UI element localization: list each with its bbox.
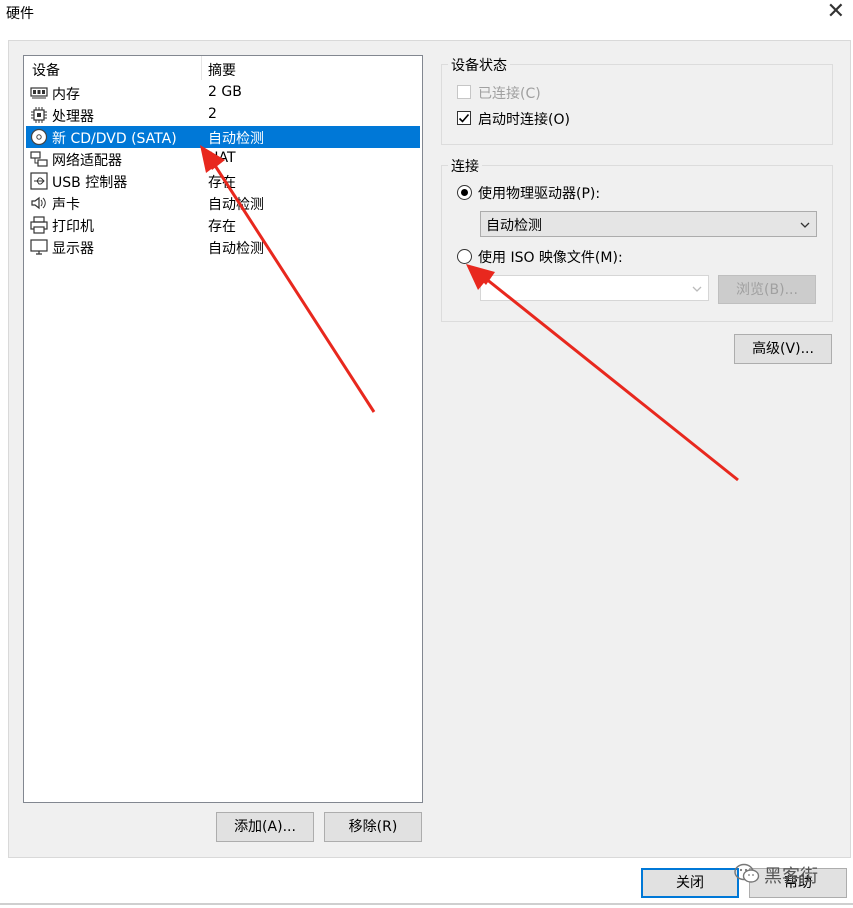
device-summary: 2 GB — [208, 84, 242, 100]
connect-at-power-on-label[interactable]: 启动时连接(O) — [478, 109, 570, 129]
physical-drive-radio[interactable] — [457, 185, 472, 200]
device-row-sound[interactable]: 声卡 自动检测 — [24, 192, 422, 214]
usb-icon — [30, 172, 48, 190]
device-summary: 存在 — [208, 175, 236, 191]
display-icon — [30, 239, 48, 255]
physical-drive-value: 自动检测 — [486, 218, 542, 234]
device-status-group — [441, 64, 833, 145]
close-button[interactable]: 关闭 — [641, 868, 739, 898]
physical-drive-label[interactable]: 使用物理驱动器(P): — [478, 183, 600, 203]
checkmark-icon — [458, 113, 470, 123]
device-row-processor[interactable]: 处理器 2 — [24, 104, 422, 126]
sound-card-icon — [31, 196, 46, 210]
device-summary: 自动检测 — [208, 131, 264, 147]
processor-icon — [31, 107, 47, 123]
device-name: 网络适配器 — [52, 153, 122, 169]
printer-icon — [30, 216, 48, 234]
wechat-icon — [734, 863, 760, 883]
physical-drive-select[interactable]: 自动检测 — [480, 211, 817, 237]
device-name: USB 控制器 — [52, 175, 128, 191]
watermark-text: 黑客街 — [764, 866, 818, 887]
device-name: 内存 — [52, 87, 80, 103]
network-adapter-icon — [30, 151, 48, 167]
cd-dvd-icon — [30, 128, 48, 146]
device-list[interactable]: 设备 摘要 内存 2 GB 处理器 2 新 CD/DVD (SATA) 自动检测 — [23, 55, 423, 803]
chevron-down-icon — [800, 222, 810, 228]
device-status-title: 设备状态 — [448, 55, 510, 75]
header-separator[interactable] — [201, 56, 202, 80]
watermark: 黑客街 — [732, 858, 842, 892]
device-name: 新 CD/DVD (SATA) — [52, 131, 177, 147]
connection-title: 连接 — [448, 156, 482, 176]
device-summary: 2 — [208, 106, 217, 122]
device-name: 显示器 — [52, 241, 94, 257]
list-header: 设备 摘要 — [24, 56, 422, 80]
device-summary: 自动检测 — [208, 197, 264, 213]
connected-label[interactable]: 已连接(C) — [478, 83, 541, 103]
title-bar: 硬件 ✕ — [0, 0, 853, 28]
device-row-memory[interactable]: 内存 2 GB — [24, 82, 422, 104]
browse-button[interactable]: 浏览(B)... — [718, 275, 816, 304]
add-button[interactable]: 添加(A)... — [216, 812, 314, 842]
device-summary: NAT — [208, 150, 236, 166]
device-name: 声卡 — [52, 197, 80, 213]
memory-icon — [30, 87, 48, 99]
iso-image-label[interactable]: 使用 ISO 映像文件(M): — [478, 247, 623, 267]
device-summary: 自动检测 — [208, 241, 264, 257]
header-device[interactable]: 设备 — [32, 60, 60, 80]
chevron-down-icon — [692, 286, 702, 292]
device-row-display[interactable]: 显示器 自动检测 — [24, 236, 422, 258]
device-row-printer[interactable]: 打印机 存在 — [24, 214, 422, 236]
device-summary: 存在 — [208, 219, 236, 235]
device-name: 处理器 — [52, 109, 94, 125]
remove-button[interactable]: 移除(R) — [324, 812, 422, 842]
device-name: 打印机 — [52, 219, 94, 235]
device-row-cd-dvd[interactable]: 新 CD/DVD (SATA) 自动检测 — [26, 126, 420, 148]
device-row-usb[interactable]: USB 控制器 存在 — [24, 170, 422, 192]
header-summary[interactable]: 摘要 — [208, 60, 236, 80]
iso-path-select[interactable] — [480, 275, 709, 301]
close-icon[interactable]: ✕ — [827, 0, 845, 24]
device-row-network[interactable]: 网络适配器 NAT — [24, 148, 422, 170]
iso-image-radio[interactable] — [457, 249, 472, 264]
connected-checkbox[interactable] — [457, 85, 471, 99]
advanced-button[interactable]: 高级(V)... — [734, 334, 832, 364]
connect-at-power-on-checkbox[interactable] — [457, 111, 471, 125]
window-title: 硬件 — [6, 6, 34, 22]
bottom-divider — [0, 903, 853, 905]
